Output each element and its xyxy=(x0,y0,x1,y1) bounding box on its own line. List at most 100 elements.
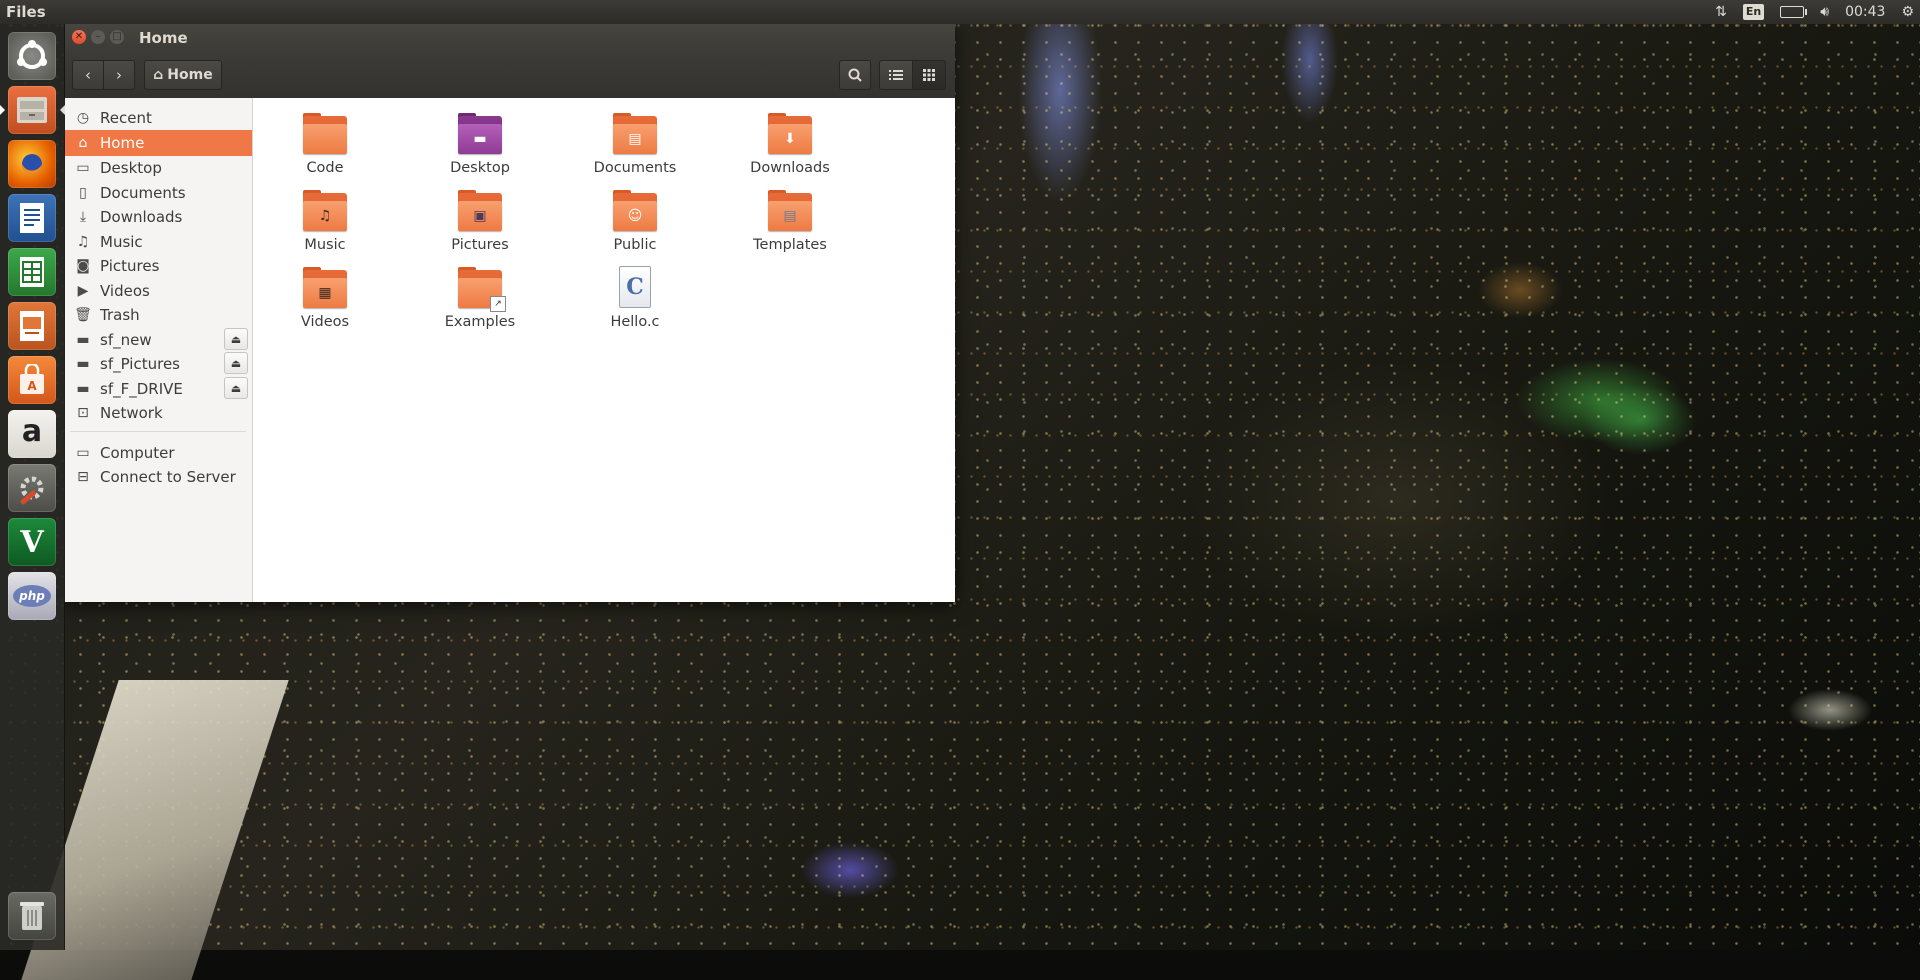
volume-icon[interactable]: 🔊︎ xyxy=(1820,0,1829,24)
settings-gear-icon[interactable]: ⚙ xyxy=(1901,0,1914,24)
maximize-button[interactable]: □ xyxy=(110,30,124,44)
search-button[interactable] xyxy=(839,60,871,90)
path-bar-home-label: Home xyxy=(167,67,213,83)
file-cabinet-icon[interactable] xyxy=(0,86,65,134)
file-item-label: Pictures xyxy=(451,237,509,253)
file-view[interactable]: Code ▬ Desktop ▤ Documents ⬇ Downloads ♫… xyxy=(253,98,955,602)
file-item-label: Downloads xyxy=(750,160,830,176)
keyboard-lang-icon[interactable]: En xyxy=(1742,4,1765,20)
sidebar-item-computer[interactable]: ▭ Computer xyxy=(64,440,252,466)
file-item-label: Desktop xyxy=(450,160,510,176)
drive-icon: ▬ xyxy=(76,332,90,348)
back-button[interactable]: ‹ xyxy=(72,60,104,90)
vim-icon[interactable]: V xyxy=(8,518,56,566)
file-item-pictures[interactable]: ▣ Pictures xyxy=(415,189,545,265)
app-menu-title[interactable]: Files xyxy=(6,3,46,21)
eject-button[interactable]: ⏏ xyxy=(224,328,248,350)
eject-button[interactable]: ⏏ xyxy=(224,352,248,374)
eject-button[interactable]: ⏏ xyxy=(224,377,248,399)
sidebar-item-label: sf_F_DRIVE xyxy=(100,380,183,398)
drive-icon: ▬ xyxy=(76,356,90,372)
network-icon[interactable]: ⇅ xyxy=(1715,0,1727,24)
vim-glyph: V xyxy=(20,524,44,560)
sidebar-item-connect-to-server[interactable]: ⊟ Connect to Server xyxy=(64,464,252,490)
sidebar-item-label: sf_Pictures xyxy=(100,355,180,373)
music-note-icon: ♫ xyxy=(76,234,90,250)
php-icon[interactable]: php xyxy=(8,572,56,620)
grid-view-button[interactable] xyxy=(912,60,946,90)
sidebar-item-label: Recent xyxy=(100,109,152,127)
launcher: A a V php xyxy=(0,24,65,950)
sidebar-item-documents[interactable]: ▯ Documents xyxy=(64,180,252,206)
sidebar-item-label: Desktop xyxy=(100,159,162,177)
list-view-button[interactable] xyxy=(879,60,913,90)
file-item-music[interactable]: ♫ Music xyxy=(260,189,390,265)
tools-icon[interactable] xyxy=(8,464,56,512)
trash-icon: 🗑︎ xyxy=(74,307,92,323)
ubuntu-logo-icon[interactable] xyxy=(8,32,56,80)
battery-icon[interactable] xyxy=(1780,6,1808,18)
chevron-right-icon: › xyxy=(116,66,122,84)
sidebar-item-network[interactable]: ⊡ Network xyxy=(64,400,252,426)
sidebar-item-downloads[interactable]: ⤓ Downloads xyxy=(64,204,252,230)
trash-icon[interactable] xyxy=(8,892,56,940)
indicator-area: ⇅ En 🔊︎ 00:43 ⚙ xyxy=(1715,0,1914,24)
sidebar-item-trash[interactable]: 🗑︎ Trash xyxy=(64,302,252,328)
sidebar-item-pictures[interactable]: ◙ Pictures xyxy=(64,253,252,279)
php-glyph: php xyxy=(13,585,51,607)
sidebar-item-recent[interactable]: ◷ Recent xyxy=(64,105,252,131)
file-item-downloads[interactable]: ⬇ Downloads xyxy=(725,112,855,188)
file-manager-window: ✕ – □ Home ‹ › ⌂ Home ◷ Recent ⌂ Home ▭ … xyxy=(64,24,955,602)
document-icon: ▯ xyxy=(79,185,87,201)
file-item-hello-c[interactable]: C Hello.c xyxy=(570,266,700,342)
shopping-bag-icon[interactable]: A xyxy=(8,356,56,404)
close-button[interactable]: ✕ xyxy=(72,30,86,44)
amazon-icon[interactable]: a xyxy=(8,410,56,458)
sidebar-item-label: Home xyxy=(100,134,145,152)
downloads-folder-icon: ⬇ xyxy=(766,112,814,156)
sidebar-item-label: Downloads xyxy=(100,208,183,226)
maximize-icon: □ xyxy=(112,31,122,42)
symlink-folder-icon: ↗ xyxy=(456,266,506,312)
sidebar-item-music[interactable]: ♫ Music xyxy=(64,229,252,255)
file-item-label: Examples xyxy=(444,314,516,330)
music-folder-icon: ♫ xyxy=(301,189,349,233)
file-item-documents[interactable]: ▤ Documents xyxy=(570,112,700,188)
symlink-arrow-icon: ↗ xyxy=(490,296,506,312)
minimize-button[interactable]: – xyxy=(91,30,105,44)
sidebar-item-desktop[interactable]: ▭ Desktop xyxy=(64,155,252,181)
firefox-icon[interactable] xyxy=(8,140,56,188)
file-item-public[interactable]: ☺ Public xyxy=(570,189,700,265)
chevron-left-icon: ‹ xyxy=(85,66,91,84)
forward-button[interactable]: › xyxy=(103,60,135,90)
desktop-folder-icon: ▬ xyxy=(456,112,504,156)
file-item-label: Hello.c xyxy=(610,314,660,330)
file-item-desktop[interactable]: ▬ Desktop xyxy=(415,112,545,188)
svg-text:A: A xyxy=(27,379,37,393)
path-bar-home-button[interactable]: ⌂ Home xyxy=(144,60,222,90)
clock[interactable]: 00:43 xyxy=(1845,0,1885,24)
sidebar-item-home[interactable]: ⌂ Home xyxy=(64,130,252,156)
file-item-code[interactable]: Code xyxy=(260,112,390,188)
close-icon: ✕ xyxy=(74,31,84,42)
minimize-icon: – xyxy=(95,31,101,42)
file-item-examples[interactable]: ↗ Examples xyxy=(415,266,545,342)
places-sidebar: ◷ Recent ⌂ Home ▭ Desktop ▯ Documents ⤓ … xyxy=(64,98,253,602)
computer-icon: ▭ xyxy=(76,445,90,461)
calc-icon[interactable] xyxy=(8,248,56,296)
impress-icon[interactable] xyxy=(8,302,56,350)
sidebar-item-label: Music xyxy=(100,233,143,251)
eject-icon: ⏏ xyxy=(230,332,242,346)
sidebar-item-sf-new[interactable]: ▬ sf_new ⏏ xyxy=(64,327,252,353)
sidebar-item-sf-f-drive[interactable]: ▬ sf_F_DRIVE ⏏ xyxy=(64,376,252,402)
file-item-label: Documents xyxy=(593,160,677,176)
file-item-label: Code xyxy=(306,160,344,176)
grid-view-icon xyxy=(923,69,935,81)
file-item-videos[interactable]: ▦ Videos xyxy=(260,266,390,342)
list-view-icon xyxy=(889,70,903,80)
titlebar[interactable]: ✕ – □ Home xyxy=(64,24,955,52)
sidebar-item-videos[interactable]: ▶ Videos xyxy=(64,278,252,304)
writer-icon[interactable] xyxy=(8,194,56,242)
file-item-templates[interactable]: ▤ Templates xyxy=(725,189,855,265)
sidebar-item-sf-pictures[interactable]: ▬ sf_Pictures ⏏ xyxy=(64,351,252,377)
